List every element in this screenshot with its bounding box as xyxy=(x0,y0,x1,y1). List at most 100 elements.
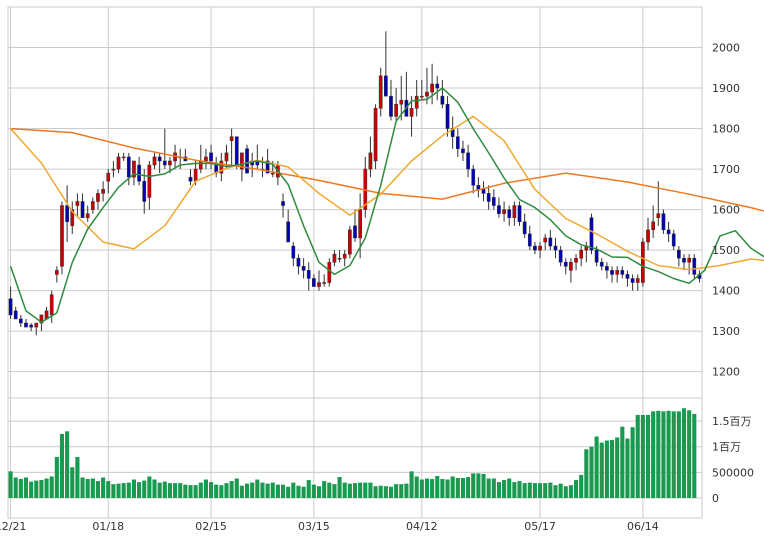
candle-up xyxy=(574,257,578,263)
volume-bar xyxy=(244,483,250,498)
volume-bar xyxy=(209,482,214,498)
candle-up xyxy=(373,108,378,162)
price-tick-label: 1600 xyxy=(712,204,740,217)
volume-bar xyxy=(620,426,625,498)
date-tick-label: 01/18 xyxy=(92,520,124,533)
candle-down xyxy=(157,156,162,162)
candle-down xyxy=(301,266,306,271)
candle-down xyxy=(605,266,609,271)
candle-up xyxy=(512,205,517,218)
volume-bar xyxy=(49,476,54,498)
candle-down xyxy=(8,298,13,316)
volume-bar xyxy=(137,482,142,498)
date-tick-label: 04/12 xyxy=(406,520,438,533)
volume-bar xyxy=(409,471,414,498)
candle-up xyxy=(538,245,542,251)
volume-tick-label: 1.5百万 xyxy=(712,415,752,428)
candle-down xyxy=(440,95,445,105)
volume-bar xyxy=(116,483,121,498)
volume-bar xyxy=(615,437,620,498)
volume-bar xyxy=(8,471,13,498)
volume-bar xyxy=(162,481,167,498)
price-tick-label: 1300 xyxy=(712,325,740,338)
volume-bar xyxy=(352,483,358,498)
volume-bar xyxy=(316,486,322,498)
candle-down xyxy=(13,310,18,320)
volume-bar xyxy=(363,482,368,498)
volume-bar xyxy=(39,480,44,498)
candle-up xyxy=(409,108,414,117)
candle-up xyxy=(49,294,54,316)
candle-down xyxy=(126,156,131,178)
candle-down xyxy=(517,205,522,222)
moving-average-lines xyxy=(9,87,764,323)
candlesticks xyxy=(8,31,702,336)
candle-down xyxy=(466,152,470,170)
candle-up xyxy=(543,237,548,243)
volume-bar xyxy=(229,481,234,498)
candle-down xyxy=(435,83,440,89)
moving-average-short xyxy=(9,87,764,323)
volume-bar xyxy=(656,410,661,498)
candle-down xyxy=(476,185,481,190)
price-tick-label: 1400 xyxy=(712,285,740,298)
volume-bar xyxy=(651,411,656,498)
candle-up xyxy=(368,152,373,170)
volume-bar xyxy=(183,484,188,498)
candle-up xyxy=(641,241,645,283)
volume-bar xyxy=(383,486,388,498)
volume-bar xyxy=(589,446,594,498)
candle-up xyxy=(430,83,434,93)
volume-bar xyxy=(676,411,681,498)
candle-up xyxy=(270,172,275,175)
volume-axis: 0 500000 1百万 1.5百万 xyxy=(712,415,754,505)
volume-bar xyxy=(131,479,137,498)
volume-bar xyxy=(543,483,548,498)
price-tick-label: 1800 xyxy=(712,123,740,136)
candle-down xyxy=(296,257,301,267)
volume-bar xyxy=(666,410,671,498)
candle-up xyxy=(635,278,640,283)
candle-up xyxy=(34,322,39,328)
volume-bar xyxy=(358,482,363,498)
volume-bar xyxy=(265,483,270,498)
volume-bars xyxy=(8,408,697,498)
volume-bar xyxy=(126,482,131,498)
volume-bar xyxy=(167,483,172,498)
volume-bar xyxy=(85,479,90,498)
volume-bar xyxy=(44,478,49,498)
candle-down xyxy=(677,249,681,259)
volume-bar xyxy=(532,483,537,498)
volume-tick-label: 500000 xyxy=(712,466,754,479)
date-tick-label: 05/17 xyxy=(524,520,556,533)
candle-up xyxy=(342,253,347,259)
volume-bar xyxy=(203,479,208,498)
volume-bar xyxy=(604,440,609,498)
candle-down xyxy=(599,262,604,267)
candle-down xyxy=(286,221,291,243)
volume-bar xyxy=(573,480,579,498)
volume-bar xyxy=(558,483,563,498)
volume-bar xyxy=(332,484,337,498)
volume-bar xyxy=(280,484,286,498)
volume-bar xyxy=(152,479,157,498)
volume-bar xyxy=(517,481,522,498)
candle-down xyxy=(682,257,686,263)
volume-bar xyxy=(424,478,430,498)
candle-down xyxy=(671,233,676,247)
volume-bar xyxy=(301,486,306,498)
volume-bar xyxy=(65,431,70,498)
candle-down xyxy=(481,189,486,194)
volume-bar xyxy=(630,427,635,498)
volume-bar xyxy=(306,480,311,498)
candle-up xyxy=(419,95,424,98)
candle-down xyxy=(507,209,512,218)
date-axis: 12/21 01/18 02/15 03/15 04/12 05/17 06/14 xyxy=(0,520,659,533)
volume-bar xyxy=(445,479,450,498)
volume-bar xyxy=(23,477,29,498)
volume-bar xyxy=(507,478,512,498)
volume-bar xyxy=(219,485,224,498)
candle-down xyxy=(666,229,671,235)
volume-bar xyxy=(640,414,645,498)
volume-bar xyxy=(563,486,568,498)
